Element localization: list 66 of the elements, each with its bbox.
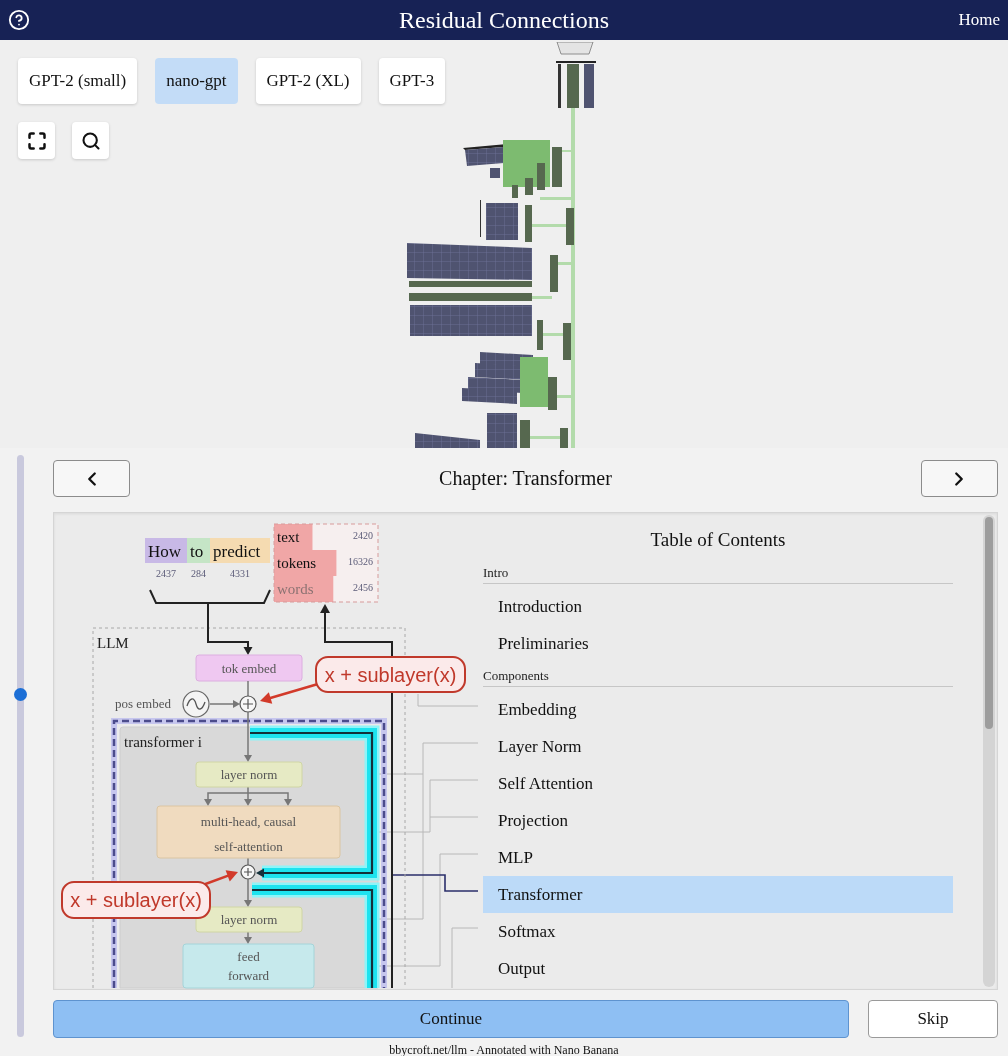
token-text: How xyxy=(148,542,182,561)
attention-node: multi-head, causal self-attention xyxy=(156,805,341,859)
scrollbar-track[interactable] xyxy=(983,515,995,987)
layer-norm-node: layer norm xyxy=(195,761,303,788)
flow-line xyxy=(247,680,249,697)
home-link[interactable]: Home xyxy=(958,10,1000,30)
token-id: 2437 xyxy=(156,568,176,579)
source-caption: bbycroft.net/llm - Annotated with Nano Banana xyxy=(389,1043,619,1056)
flow-arrow xyxy=(209,700,240,708)
help-icon[interactable] xyxy=(8,9,30,31)
output-label: words xyxy=(277,581,314,597)
model-button[interactable]: GPT-3 xyxy=(378,58,446,104)
fullscreen-button[interactable] xyxy=(18,122,55,159)
fullscreen-icon xyxy=(26,130,47,151)
toc-item[interactable]: Embedding xyxy=(483,691,953,728)
toc-section-heading: Intro xyxy=(483,564,509,582)
chapter-progress-track[interactable] xyxy=(17,455,24,1037)
block-label: transformer i xyxy=(124,734,202,750)
progress-thumb[interactable] xyxy=(14,687,27,701)
toc-item[interactable]: Preliminaries xyxy=(483,625,953,662)
output-value: 16326 xyxy=(348,556,373,567)
token-text: predict xyxy=(213,542,261,561)
toc-item[interactable]: Self Attention xyxy=(483,765,953,802)
token-id: 284 xyxy=(191,568,206,579)
token-text: to xyxy=(190,542,204,561)
toc-item[interactable]: Softmax xyxy=(483,913,953,950)
flow-line xyxy=(247,857,249,866)
input-arrow xyxy=(207,602,253,655)
chapter-title: Chapter: Transformer xyxy=(439,467,612,490)
flow-arrow xyxy=(244,931,252,944)
annotation-callout: x + sublayer(x) xyxy=(315,656,466,693)
toc-item[interactable]: Output xyxy=(483,950,953,987)
search-button[interactable] xyxy=(72,122,109,159)
skip-button[interactable]: Skip xyxy=(868,1000,998,1038)
annotation-arrow xyxy=(260,682,319,704)
model-button[interactable]: GPT-2 (XL) xyxy=(255,58,361,104)
toc-item[interactable]: Layer Norm xyxy=(483,728,953,765)
output-value: 2456 xyxy=(353,582,373,593)
page-title: Residual Connections xyxy=(399,6,609,35)
output-label: tokens xyxy=(277,555,317,571)
output-value: 2420 xyxy=(353,530,373,541)
flow-arrow xyxy=(244,711,252,762)
model-button[interactable]: nano-gpt xyxy=(155,58,238,104)
previous-button[interactable] xyxy=(53,460,130,497)
plus-circle-icon xyxy=(240,864,256,880)
leader-line xyxy=(417,693,479,707)
scrollbar-thumb[interactable] xyxy=(985,517,993,729)
next-button[interactable] xyxy=(921,460,998,497)
feed-forward-node: feed forward xyxy=(182,943,315,989)
toc-item[interactable]: Transformer xyxy=(483,876,953,913)
token-id: 4331 xyxy=(230,568,250,579)
flow-arrow xyxy=(244,878,252,907)
embedding-node: tok embed xyxy=(195,654,303,682)
toc-section-heading: Components xyxy=(483,667,549,685)
continue-button[interactable]: Continue xyxy=(53,1000,849,1038)
plus-circle-icon xyxy=(239,695,257,713)
llm-label: LLM xyxy=(97,635,129,651)
search-icon xyxy=(80,130,101,151)
toc-title: Table of Contents xyxy=(649,528,787,552)
toc-item[interactable]: Introduction xyxy=(483,588,953,625)
toc-item[interactable]: Projection xyxy=(483,802,953,839)
pos-embed-label: pos embed xyxy=(115,696,171,711)
wave-circle-icon xyxy=(182,690,210,718)
toc-item[interactable]: MLP xyxy=(483,839,953,876)
output-label: text xyxy=(277,529,300,545)
model-button[interactable]: GPT-2 (small) xyxy=(18,58,138,104)
